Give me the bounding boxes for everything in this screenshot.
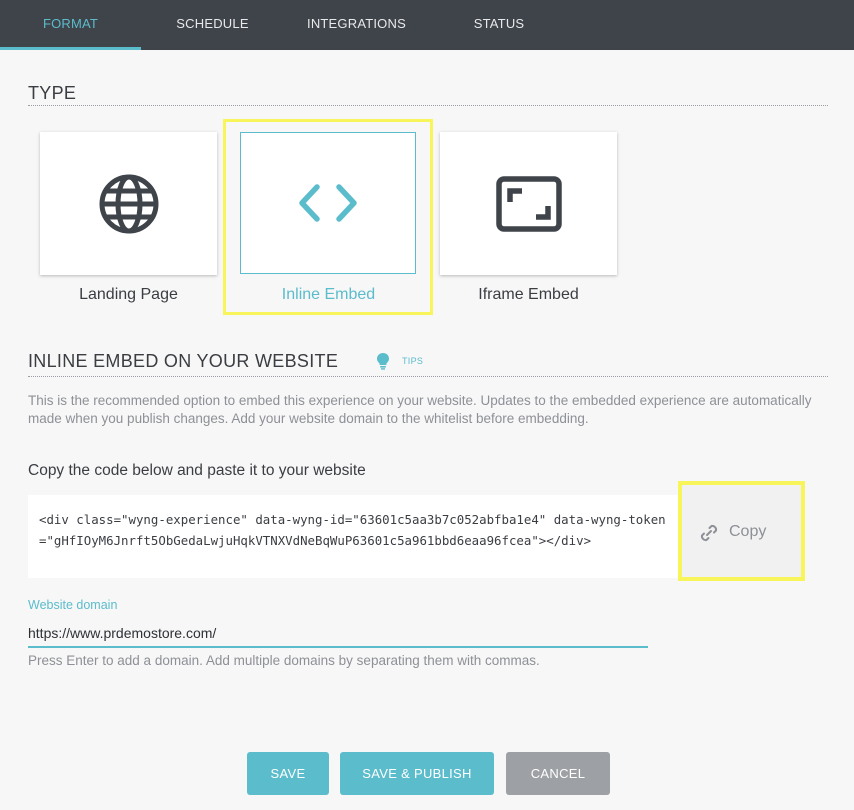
tab-integrations-label: INTEGRATIONS bbox=[307, 16, 406, 31]
embed-section-divider bbox=[28, 376, 828, 377]
cancel-button[interactable]: CANCEL bbox=[506, 752, 610, 795]
inline-embed-label: Inline Embed bbox=[281, 286, 376, 303]
copy-code-heading: Copy the code below and paste it to your… bbox=[28, 462, 366, 479]
type-card-inline-embed[interactable] bbox=[240, 132, 416, 274]
globe-icon bbox=[99, 174, 158, 233]
tab-status-label: STATUS bbox=[473, 16, 525, 31]
frame-icon bbox=[495, 175, 562, 232]
type-card-iframe-embed[interactable] bbox=[440, 132, 617, 275]
tab-format-label: FORMAT bbox=[42, 16, 99, 31]
code-brackets-icon bbox=[299, 184, 357, 222]
website-domain-label: Website domain bbox=[28, 598, 118, 612]
copy-code-button[interactable]: Copy bbox=[678, 481, 805, 581]
tab-status[interactable]: STATUS bbox=[429, 0, 569, 50]
link-icon bbox=[700, 524, 718, 542]
save-button[interactable]: SAVE bbox=[247, 752, 329, 795]
tab-schedule-label: SCHEDULE bbox=[176, 16, 249, 31]
type-card-landing-page[interactable] bbox=[40, 132, 217, 275]
landing-page-label: Landing Page bbox=[79, 286, 178, 303]
embed-code-box[interactable]: <div class="wyng-experience" data-wyng-i… bbox=[28, 495, 678, 578]
tab-schedule[interactable]: SCHEDULE bbox=[141, 0, 284, 50]
copy-label: Copy bbox=[729, 523, 767, 540]
tab-integrations[interactable]: INTEGRATIONS bbox=[284, 0, 429, 50]
lightbulb-icon bbox=[377, 353, 389, 370]
embed-section-title: INLINE EMBED ON YOUR WEBSITE bbox=[28, 351, 339, 371]
website-domain-input[interactable] bbox=[28, 620, 648, 648]
embed-code-text: <div class="wyng-experience" data-wyng-i… bbox=[39, 512, 666, 548]
type-section-divider bbox=[28, 105, 828, 106]
type-section-title: TYPE bbox=[28, 83, 77, 103]
iframe-embed-label: Iframe Embed bbox=[478, 286, 579, 303]
website-domain-hint: Press Enter to add a domain. Add multipl… bbox=[28, 653, 540, 668]
active-tab-indicator bbox=[0, 47, 141, 50]
tips-label: TIPS bbox=[402, 356, 424, 366]
save-and-publish-button[interactable]: SAVE & PUBLISH bbox=[340, 752, 494, 795]
tab-format[interactable]: FORMAT bbox=[0, 0, 141, 50]
tips-link[interactable]: TIPS bbox=[376, 352, 423, 370]
top-tab-bar: FORMAT SCHEDULE INTEGRATIONS STATUS bbox=[0, 0, 854, 50]
embed-description: This is the recommended option to embed … bbox=[28, 393, 812, 426]
